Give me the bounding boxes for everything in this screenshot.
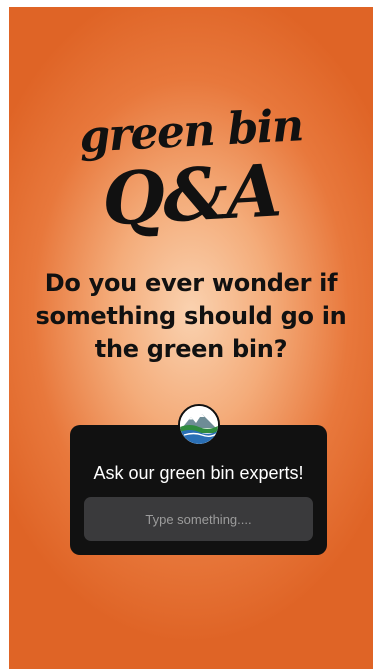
question-sticker-input[interactable] <box>84 497 313 541</box>
brand-title-line2: Q&A <box>100 147 282 242</box>
logo-graphic <box>180 406 218 444</box>
question-text: Do you ever wonder if something should g… <box>35 269 347 363</box>
story-frame: green bin Q&A Do you ever wonder if some… <box>9 7 373 669</box>
mountain-river-logo-icon <box>178 404 220 446</box>
question-sticker-title: Ask our green bin experts! <box>93 463 304 483</box>
